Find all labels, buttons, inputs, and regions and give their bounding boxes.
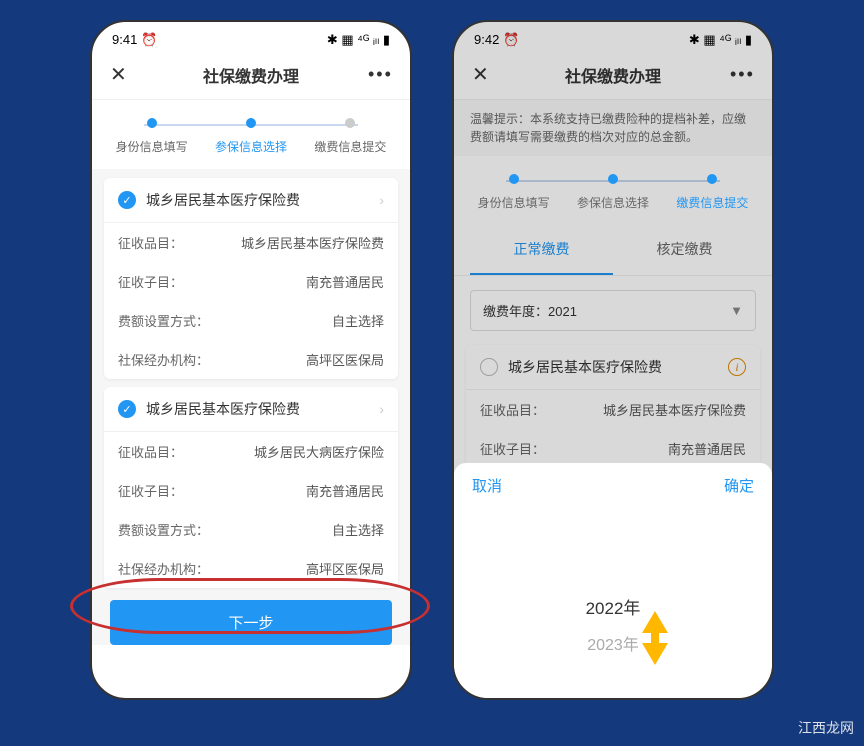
progress-stepper: 身份信息填写 参保信息选择 缴费信息提交 xyxy=(454,156,772,225)
card-title: 城乡居民基本医疗保险费 xyxy=(146,399,379,419)
phone-right: 9:42 ⏰ ✱ ▦ ⁴ᴳ ᵢₗₗ ▮ ✕ 社保缴费办理 ••• 温馨提示：本系… xyxy=(452,20,774,700)
picker-option[interactable]: 2022年 xyxy=(454,588,772,625)
chevron-right-icon: › xyxy=(379,192,384,208)
step-label: 参保信息选择 xyxy=(201,138,300,155)
status-bar: 9:41 ⏰ ✱ ▦ ⁴ᴳ ᵢₗₗ ▮ xyxy=(92,22,410,54)
more-icon[interactable]: ••• xyxy=(730,64,754,85)
step-3: 缴费信息提交 xyxy=(663,174,762,211)
alarm-icon: ⏰ xyxy=(141,32,157,47)
step-dot xyxy=(147,118,157,128)
step-2: 参保信息选择 xyxy=(563,174,662,211)
picker-wheel[interactable]: 2022年 2023年 xyxy=(454,508,772,678)
step-dot xyxy=(707,174,717,184)
row-levy-item: 征收品目：城乡居民大病医疗保险 xyxy=(104,432,398,471)
step-dot xyxy=(345,118,355,128)
step-3: 缴费信息提交 xyxy=(301,118,400,155)
insurance-card-2: ✓ 城乡居民基本医疗保险费 › 征收品目：城乡居民大病医疗保险 征收子目：南充普… xyxy=(104,387,398,588)
next-step-button[interactable]: 下一步 xyxy=(110,600,392,645)
tab-normal-payment[interactable]: 正常缴费 xyxy=(470,225,613,275)
step-label: 身份信息填写 xyxy=(102,138,201,155)
hint-text: 温馨提示：本系统支持已缴费险种的提档补差，应缴费额请填写需要缴费的档次对应的总金… xyxy=(454,100,772,156)
phone-left: 9:41 ⏰ ✱ ▦ ⁴ᴳ ᵢₗₗ ▮ ✕ 社保缴费办理 ••• 身份信息填写 … xyxy=(90,20,412,700)
insurance-card-1: ✓ 城乡居民基本医疗保险费 › 征收品目：城乡居民基本医疗保险费 征收子目：南充… xyxy=(104,178,398,379)
step-2: 参保信息选择 xyxy=(201,118,300,155)
picker-confirm-button[interactable]: 确定 xyxy=(724,475,754,496)
picker-option[interactable]: 2023年 xyxy=(454,625,772,661)
info-icon[interactable]: i xyxy=(728,358,746,376)
scroll-arrows-icon xyxy=(638,611,672,670)
status-time: 9:41 ⏰ xyxy=(112,32,157,48)
chevron-down-icon: ▼ xyxy=(730,303,743,318)
row-mode: 费额设置方式：自主选择 xyxy=(104,510,398,549)
close-icon[interactable]: ✕ xyxy=(472,62,496,87)
status-indicators: ✱ ▦ ⁴ᴳ ᵢₗₗ ▮ xyxy=(327,32,390,48)
card-title: 城乡居民基本医疗保险费 xyxy=(146,190,379,210)
row-mode: 费额设置方式：自主选择 xyxy=(104,301,398,340)
page-title: 社保缴费办理 xyxy=(496,63,730,87)
step-dot xyxy=(509,174,519,184)
tab-verified-payment[interactable]: 核定缴费 xyxy=(613,225,756,275)
picker-toolbar: 取消 确定 xyxy=(454,463,772,508)
page-title: 社保缴费办理 xyxy=(134,63,368,87)
watermark: 江西龙网 xyxy=(798,718,854,738)
status-time: 9:42 ⏰ xyxy=(474,32,519,48)
more-icon[interactable]: ••• xyxy=(368,64,392,85)
step-label: 缴费信息提交 xyxy=(663,194,762,211)
progress-stepper: 身份信息填写 参保信息选择 缴费信息提交 xyxy=(92,100,410,169)
row-agency: 社保经办机构：高坪区医保局 xyxy=(104,340,398,379)
picker-cancel-button[interactable]: 取消 xyxy=(472,475,502,496)
alarm-icon: ⏰ xyxy=(503,32,519,47)
step-1: 身份信息填写 xyxy=(102,118,201,155)
row-agency: 社保经办机构：高坪区医保局 xyxy=(104,549,398,588)
card-header[interactable]: ✓ 城乡居民基本医疗保险费 › xyxy=(104,387,398,432)
year-picker: 取消 确定 2022年 2023年 xyxy=(454,463,772,698)
row-sub-item: 征收子目：南充普通居民 xyxy=(104,471,398,510)
chevron-right-icon: › xyxy=(379,401,384,417)
year-selector[interactable]: 缴费年度：2021 ▼ xyxy=(470,290,756,331)
step-1: 身份信息填写 xyxy=(464,174,563,211)
card-title: 城乡居民基本医疗保险费 xyxy=(508,357,728,377)
step-dot xyxy=(608,174,618,184)
step-label: 缴费信息提交 xyxy=(301,138,400,155)
row-levy-item: 征收品目：城乡居民基本医疗保险费 xyxy=(466,390,760,429)
row-sub-item: 征收子目：南充普通居民 xyxy=(104,262,398,301)
card-header[interactable]: ✓ 城乡居民基本医疗保险费 › xyxy=(104,178,398,223)
radio-unchecked-icon[interactable] xyxy=(480,358,498,376)
nav-bar: ✕ 社保缴费办理 ••• xyxy=(92,54,410,100)
year-selector-label: 缴费年度：2021 xyxy=(483,301,577,320)
close-icon[interactable]: ✕ xyxy=(110,62,134,87)
step-label: 参保信息选择 xyxy=(563,194,662,211)
card-header[interactable]: 城乡居民基本医疗保险费 i xyxy=(466,345,760,390)
step-dot xyxy=(246,118,256,128)
nav-bar: ✕ 社保缴费办理 ••• xyxy=(454,54,772,100)
payment-mode-tabs: 正常缴费 核定缴费 xyxy=(454,225,772,276)
check-icon: ✓ xyxy=(118,400,136,418)
step-label: 身份信息填写 xyxy=(464,194,563,211)
status-indicators: ✱ ▦ ⁴ᴳ ᵢₗₗ ▮ xyxy=(689,32,752,48)
row-levy-item: 征收品目：城乡居民基本医疗保险费 xyxy=(104,223,398,262)
status-bar: 9:42 ⏰ ✱ ▦ ⁴ᴳ ᵢₗₗ ▮ xyxy=(454,22,772,54)
check-icon: ✓ xyxy=(118,191,136,209)
